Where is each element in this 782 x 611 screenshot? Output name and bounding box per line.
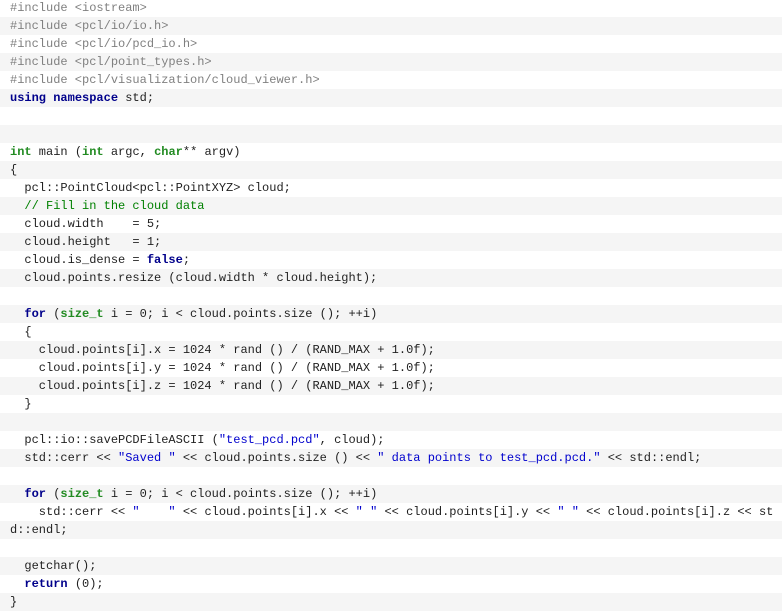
code-token: argc, <box>103 145 155 159</box>
code-token: << cloud.points[i].y << <box>377 505 558 519</box>
code-token: return <box>24 577 68 591</box>
code-line: cloud.height = 1; <box>0 233 782 251</box>
code-token: cloud.points[i].z = 1024 * rand () / (RA… <box>10 379 435 393</box>
code-token: int <box>82 145 104 159</box>
code-token: namespace <box>53 91 119 105</box>
code-line: #include <iostream> <box>0 0 782 17</box>
code-token: getchar(); <box>10 559 97 573</box>
code-token: for <box>24 487 47 501</box>
code-token: d::endl; <box>10 523 68 537</box>
code-token: "test_pcd.pcd" <box>218 433 320 447</box>
code-line: return (0); <box>0 575 782 593</box>
code-token: #include <pcl/io/io.h> <box>10 19 169 33</box>
code-token: #include <pcl/visualization/cloud_viewer… <box>10 73 320 87</box>
code-line: for (size_t i = 0; i < cloud.points.size… <box>0 305 782 323</box>
code-line: std::cerr << " " << cloud.points[i].x <<… <box>0 503 782 521</box>
code-line: d::endl; <box>0 521 782 539</box>
code-line: #include <pcl/io/io.h> <box>0 17 782 35</box>
code-token: cloud.points.resize (cloud.width * cloud… <box>10 271 378 285</box>
code-line <box>0 413 782 431</box>
code-token: } <box>10 595 18 609</box>
code-token: { <box>10 163 18 177</box>
code-token: main ( <box>31 145 83 159</box>
code-line: // Fill in the cloud data <box>0 197 782 215</box>
code-token: pcl::PointCloud<pcl::PointXYZ> cloud; <box>10 181 291 195</box>
code-line: using namespace std; <box>0 89 782 107</box>
code-token: #include <iostream> <box>10 1 147 15</box>
code-token: cloud.is_dense = <box>10 253 147 267</box>
code-line: } <box>0 395 782 413</box>
code-line: std::cerr << "Saved " << cloud.points.si… <box>0 449 782 467</box>
code-line: pcl::PointCloud<pcl::PointXYZ> cloud; <box>0 179 782 197</box>
code-line: cloud.points.resize (cloud.width * cloud… <box>0 269 782 287</box>
code-token: " " <box>132 505 176 519</box>
code-line: { <box>0 161 782 179</box>
code-token: ( <box>46 307 61 321</box>
code-line: cloud.width = 5; <box>0 215 782 233</box>
code-token: int <box>10 145 32 159</box>
code-line: cloud.points[i].y = 1024 * rand () / (RA… <box>0 359 782 377</box>
code-token: " " <box>355 505 378 519</box>
code-token: false <box>146 253 183 267</box>
code-token: // Fill in the cloud data <box>24 199 205 213</box>
code-line: #include <pcl/io/pcd_io.h> <box>0 35 782 53</box>
code-token: << cloud.points.size () << <box>175 451 378 465</box>
code-line: pcl::io::savePCDFileASCII ("test_pcd.pcd… <box>0 431 782 449</box>
code-line: getchar(); <box>0 557 782 575</box>
code-token: cloud.width = 5; <box>10 217 162 231</box>
code-token: std; <box>118 91 155 105</box>
code-token: , cloud); <box>319 433 385 447</box>
code-token: pcl::io::savePCDFileASCII ( <box>10 433 219 447</box>
code-line: for (size_t i = 0; i < cloud.points.size… <box>0 485 782 503</box>
code-token: size_t <box>60 307 104 321</box>
code-token: << cloud.points[i].z << st <box>578 505 774 519</box>
code-token: } <box>10 397 32 411</box>
code-token: cloud.height = 1; <box>10 235 162 249</box>
code-line: cloud.points[i].x = 1024 * rand () / (RA… <box>0 341 782 359</box>
code-token: ( <box>46 487 61 501</box>
code-token: " data points to test_pcd.pcd." <box>377 451 601 465</box>
code-token: (0); <box>67 577 104 591</box>
code-token: cloud.points[i].y = 1024 * rand () / (RA… <box>10 361 435 375</box>
code-token: using <box>10 91 47 105</box>
code-token: #include <pcl/point_types.h> <box>10 55 212 69</box>
code-line <box>0 125 782 143</box>
code-editor[interactable]: #include <iostream> #include <pcl/io/io.h… <box>0 0 782 611</box>
code-line: cloud.points[i].z = 1024 * rand () / (RA… <box>0 377 782 395</box>
code-token: ** argv) <box>182 145 241 159</box>
code-line: { <box>0 323 782 341</box>
code-token: i = 0; i < cloud.points.size (); ++i) <box>103 487 378 501</box>
code-token: ; <box>182 253 191 267</box>
code-token: size_t <box>60 487 104 501</box>
code-line: #include <pcl/visualization/cloud_viewer… <box>0 71 782 89</box>
code-line: int main (int argc, char** argv) <box>0 143 782 161</box>
code-token: "Saved " <box>118 451 176 465</box>
code-token: std::cerr << <box>10 451 119 465</box>
code-token: #include <pcl/io/pcd_io.h> <box>10 37 198 51</box>
code-token: i = 0; i < cloud.points.size (); ++i) <box>103 307 378 321</box>
code-line: #include <pcl/point_types.h> <box>0 53 782 71</box>
code-token: " " <box>557 505 579 519</box>
code-token: << std::endl; <box>600 451 702 465</box>
code-token: for <box>24 307 47 321</box>
code-line: } <box>0 593 782 611</box>
code-token: { <box>10 325 32 339</box>
code-token: char <box>154 145 183 159</box>
code-token: << cloud.points[i].x << <box>175 505 356 519</box>
code-token: std::cerr << <box>10 505 133 519</box>
code-token: cloud.points[i].x = 1024 * rand () / (RA… <box>10 343 435 357</box>
code-line: cloud.is_dense = false; <box>0 251 782 269</box>
